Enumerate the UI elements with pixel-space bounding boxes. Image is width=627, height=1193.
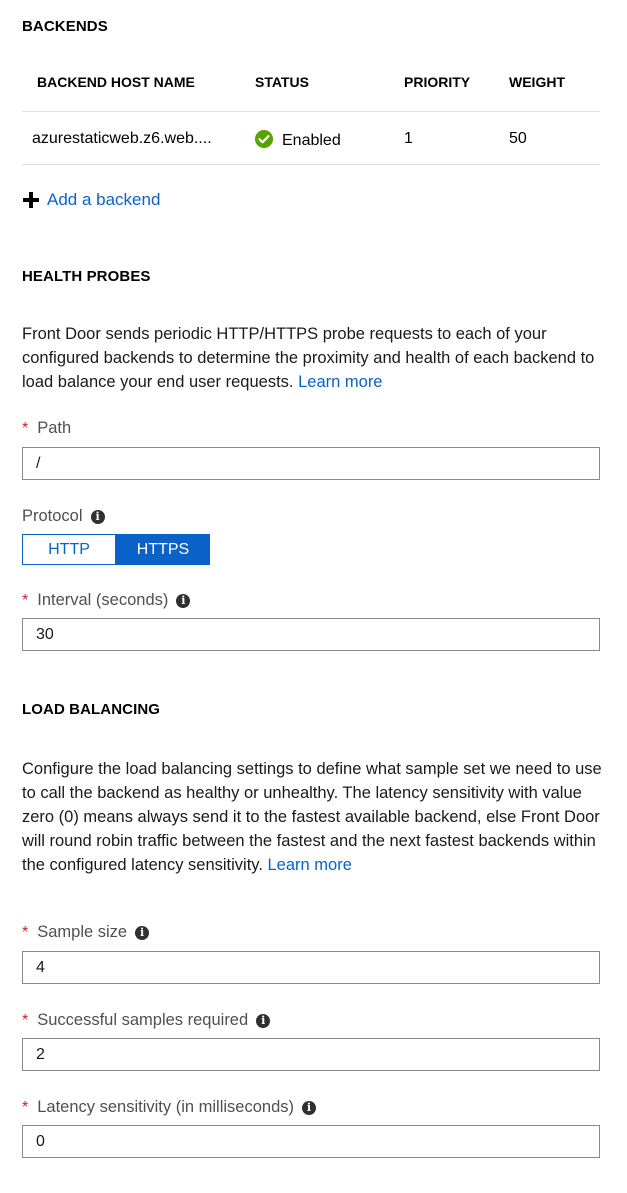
load-balancing-section-title: LOAD BALANCING (22, 701, 161, 718)
required-asterisk: * (22, 591, 29, 609)
sample-size-label: * Sample size i (22, 923, 150, 942)
sample-size-input[interactable]: 4 (22, 951, 600, 984)
check-circle-icon (255, 130, 273, 148)
health-probes-section-title: HEALTH PROBES (22, 268, 151, 285)
required-asterisk: * (22, 419, 29, 437)
protocol-label-text: Protocol (22, 507, 83, 525)
successful-samples-label-text: Successful samples required (37, 1011, 249, 1029)
column-header-status: STATUS (255, 74, 309, 90)
backend-status-label: Enabled (282, 132, 341, 149)
protocol-option-http[interactable]: HTTP (22, 534, 116, 565)
health-probes-learn-more-link[interactable]: Learn more (298, 373, 382, 391)
required-asterisk: * (22, 1011, 29, 1029)
health-probes-description: Front Door sends periodic HTTP/HTTPS pro… (22, 322, 602, 394)
add-backend-button[interactable]: Add a backend (22, 190, 160, 210)
info-icon[interactable]: i (256, 1013, 271, 1028)
successful-samples-label: * Successful samples required i (22, 1011, 271, 1030)
latency-sensitivity-label: * Latency sensitivity (in milliseconds) … (22, 1098, 316, 1117)
info-icon[interactable]: i (176, 593, 191, 608)
path-label: * Path (22, 419, 71, 438)
table-row[interactable]: azurestaticweb.z6.web.... Enabled 1 50 (22, 112, 600, 164)
backends-section-title: BACKENDS (22, 18, 108, 35)
sample-size-label-text: Sample size (37, 923, 128, 941)
table-row-divider (22, 164, 600, 165)
plus-icon (22, 191, 40, 209)
latency-sensitivity-input[interactable]: 0 (22, 1125, 600, 1158)
protocol-label: Protocol i (22, 507, 105, 526)
protocol-option-https[interactable]: HTTPS (116, 534, 210, 565)
column-header-weight: WEIGHT (509, 74, 565, 90)
info-icon[interactable]: i (135, 925, 150, 940)
path-label-text: Path (37, 419, 72, 437)
required-asterisk: * (22, 923, 29, 941)
info-icon[interactable]: i (302, 1100, 316, 1115)
interval-label-text: Interval (seconds) (37, 591, 169, 609)
latency-sensitivity-label-text: Latency sensitivity (in milliseconds) (37, 1098, 294, 1116)
column-header-host: BACKEND HOST NAME (37, 74, 195, 90)
backend-status: Enabled (255, 130, 341, 150)
load-balancing-learn-more-link[interactable]: Learn more (268, 856, 352, 874)
column-header-priority: PRIORITY (404, 74, 471, 90)
load-balancing-description: Configure the load balancing settings to… (22, 757, 602, 877)
backend-priority: 1 (404, 130, 413, 147)
required-asterisk: * (22, 1098, 29, 1116)
protocol-toggle: HTTP HTTPS (22, 534, 210, 565)
info-icon[interactable]: i (90, 509, 105, 524)
add-backend-label: Add a backend (47, 190, 161, 209)
successful-samples-input[interactable]: 2 (22, 1038, 600, 1071)
interval-input[interactable]: 30 (22, 618, 600, 651)
path-input[interactable]: / (22, 447, 600, 480)
backend-host-name: azurestaticweb.z6.web.... (32, 130, 212, 147)
backend-weight: 50 (509, 130, 527, 147)
interval-label: * Interval (seconds) i (22, 591, 191, 610)
